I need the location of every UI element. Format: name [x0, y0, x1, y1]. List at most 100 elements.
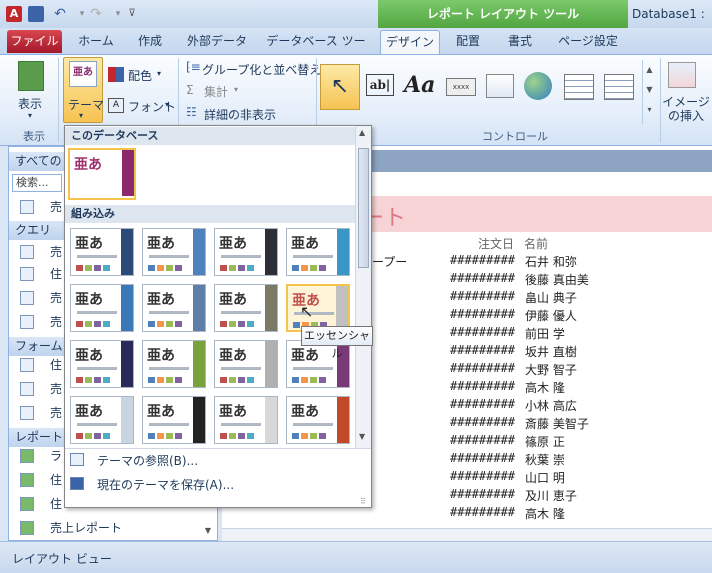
- report-name-cell[interactable]: 伊藤 優人: [525, 307, 577, 324]
- theme-thumb[interactable]: 亜あ: [214, 396, 278, 444]
- fonts-icon[interactable]: A: [108, 98, 124, 113]
- navigation-control-icon[interactable]: [604, 74, 634, 100]
- nav-form-item[interactable]: 売: [20, 402, 62, 424]
- save-icon[interactable]: [28, 6, 44, 22]
- report-date-cell[interactable]: #########: [450, 325, 515, 339]
- theme-thumb-current[interactable]: 亜あ: [68, 148, 136, 200]
- browse-themes-menu-item[interactable]: テーマの参照(B)...: [97, 452, 198, 469]
- nav-query-item[interactable]: 売: [20, 287, 62, 309]
- theme-thumb[interactable]: 亜あ: [286, 284, 350, 332]
- report-date-cell[interactable]: #########: [450, 451, 515, 465]
- report-name-cell[interactable]: 小林 高広: [525, 397, 577, 414]
- fonts-dropdown-icon[interactable]: ▾: [165, 100, 169, 109]
- theme-thumb[interactable]: 亜あ: [286, 396, 350, 444]
- scroll-down-icon[interactable]: ▼: [359, 432, 365, 441]
- report-date-cell[interactable]: #########: [450, 361, 515, 375]
- theme-thumb[interactable]: 亜あ: [70, 340, 134, 388]
- col-date-header[interactable]: 注文日: [478, 235, 514, 252]
- theme-thumb[interactable]: 亜あ: [214, 340, 278, 388]
- colors-button[interactable]: 配色: [128, 67, 152, 84]
- view-icon[interactable]: [18, 61, 44, 91]
- report-name-cell[interactable]: 大野 智子: [525, 361, 577, 378]
- report-date-cell[interactable]: #########: [450, 379, 515, 393]
- report-name-cell[interactable]: 及川 恵子: [525, 487, 577, 504]
- gallery-scrollbar[interactable]: ▲ ▼: [355, 126, 371, 448]
- view-button-label[interactable]: 表示: [18, 95, 42, 112]
- theme-thumb[interactable]: 亜あ: [70, 228, 134, 276]
- report-date-cell[interactable]: #########: [450, 397, 515, 411]
- nav-search-input[interactable]: 検索...: [12, 174, 62, 192]
- textbox-control-icon[interactable]: ab|: [366, 74, 394, 96]
- insert-image-button[interactable]: イメージの挿入: [662, 95, 710, 123]
- scroll-up-icon[interactable]: ▲: [359, 128, 365, 137]
- tab-format[interactable]: 書式: [496, 30, 544, 54]
- group-sort-button[interactable]: グループ化と並べ替え: [202, 61, 321, 78]
- report-date-cell[interactable]: #########: [450, 505, 515, 519]
- theme-thumb[interactable]: 亜あ: [70, 284, 134, 332]
- col-name-header[interactable]: 名前: [524, 235, 548, 252]
- web-browser-control-icon[interactable]: [564, 74, 594, 100]
- nav-form-item[interactable]: 住: [20, 354, 62, 376]
- report-name-cell[interactable]: 後藤 真由美: [525, 271, 589, 288]
- insert-image-icon[interactable]: [668, 62, 696, 88]
- nav-report-item[interactable]: 住: [20, 493, 62, 515]
- tab-control-icon[interactable]: [486, 74, 514, 98]
- hide-details-button[interactable]: 詳細の非表示: [204, 106, 276, 123]
- tab-create[interactable]: 作成: [128, 30, 172, 54]
- undo-icon[interactable]: ↶: [52, 6, 68, 22]
- theme-thumb[interactable]: 亜あ: [214, 284, 278, 332]
- report-name-cell[interactable]: 篠原 正: [525, 433, 565, 450]
- colors-icon[interactable]: [108, 67, 124, 82]
- report-name-cell[interactable]: 前田 学: [525, 325, 565, 342]
- view-dropdown-icon[interactable]: ▾: [28, 111, 32, 120]
- nav-table-item[interactable]: 売: [20, 196, 62, 218]
- report-date-cell[interactable]: #########: [450, 433, 515, 447]
- controls-gallery-scroll[interactable]: ▲ ▼ ▾: [642, 60, 656, 124]
- group-label[interactable]: ープー: [372, 253, 407, 270]
- theme-thumb[interactable]: 亜あ: [142, 340, 206, 388]
- report-date-cell[interactable]: #########: [450, 415, 515, 429]
- hyperlink-control-icon[interactable]: [524, 72, 552, 100]
- nav-report-item[interactable]: ラ: [20, 445, 62, 467]
- group-sort-icon[interactable]: ⁅≡: [186, 60, 201, 74]
- hide-details-icon[interactable]: ☷: [186, 105, 197, 119]
- nav-query-item[interactable]: 売: [20, 311, 62, 333]
- report-date-cell[interactable]: #########: [450, 289, 515, 303]
- tab-home[interactable]: ホーム: [70, 30, 122, 54]
- tab-page-setup[interactable]: ページ設定: [552, 30, 624, 54]
- theme-thumb[interactable]: 亜あ: [142, 396, 206, 444]
- colors-dropdown-icon[interactable]: ▾: [157, 69, 161, 78]
- report-date-cell[interactable]: #########: [450, 469, 515, 483]
- report-name-cell[interactable]: 石井 和弥: [525, 253, 577, 270]
- tab-file[interactable]: ファイル: [7, 30, 62, 53]
- report-name-cell[interactable]: 斎藤 美智子: [525, 415, 589, 432]
- report-hscroll[interactable]: [222, 528, 712, 541]
- theme-thumb[interactable]: 亜あ: [142, 284, 206, 332]
- nav-form-item[interactable]: 売: [20, 378, 62, 400]
- report-date-cell[interactable]: #########: [450, 253, 515, 267]
- label-control-icon[interactable]: Aa: [404, 72, 435, 98]
- report-name-cell[interactable]: 山口 明: [525, 469, 565, 486]
- tab-arrange[interactable]: 配置: [446, 30, 490, 54]
- button-control-icon[interactable]: xxxx: [446, 78, 476, 96]
- redo-icon[interactable]: ↷: [88, 6, 104, 22]
- theme-thumb[interactable]: 亜あ: [286, 228, 350, 276]
- report-date-cell[interactable]: #########: [450, 487, 515, 501]
- resize-grip-icon[interactable]: ⠿: [360, 497, 366, 506]
- select-pointer-icon[interactable]: ↖: [320, 64, 360, 110]
- tab-database-tools[interactable]: データベース ツール: [262, 30, 370, 70]
- nav-query-item[interactable]: 住: [20, 263, 62, 285]
- report-name-cell[interactable]: 畠山 典子: [525, 289, 577, 306]
- tab-design[interactable]: デザイン: [380, 30, 440, 54]
- save-theme-menu-item[interactable]: 現在のテーマを保存(A)...: [97, 476, 234, 493]
- nav-report-item[interactable]: 住: [20, 469, 62, 491]
- tab-external-data[interactable]: 外部データ: [178, 30, 256, 54]
- report-date-cell[interactable]: #########: [450, 343, 515, 357]
- report-name-cell[interactable]: 秋葉 崇: [525, 451, 565, 468]
- nav-scroll-down-icon[interactable]: ▼: [200, 526, 216, 540]
- theme-thumb[interactable]: 亜あ: [70, 396, 134, 444]
- report-name-cell[interactable]: 高木 隆: [525, 505, 565, 522]
- theme-thumb[interactable]: 亜あ: [214, 228, 278, 276]
- customize-qat-icon[interactable]: ⊽: [124, 6, 140, 22]
- nav-report-item[interactable]: 売上レポート: [20, 517, 122, 539]
